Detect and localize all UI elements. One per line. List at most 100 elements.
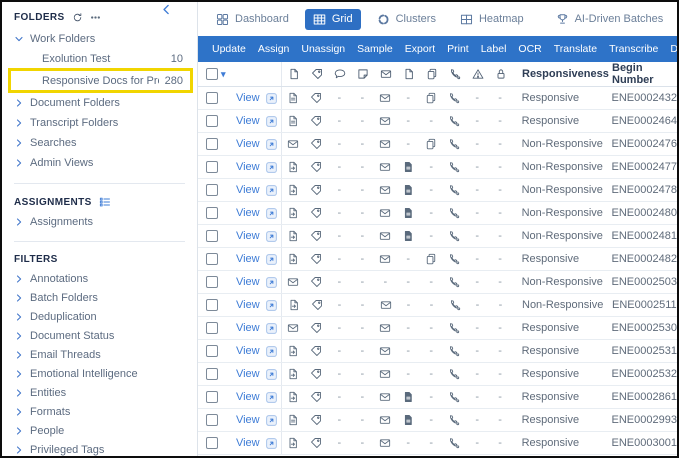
- row-checkbox[interactable]: [206, 299, 218, 311]
- open-external-icon[interactable]: [265, 138, 278, 151]
- chevron-right-icon[interactable]: [14, 388, 24, 398]
- tab-ai-driven-batches[interactable]: AI-Driven Batches: [548, 9, 672, 30]
- chevron-right-icon[interactable]: [14, 138, 24, 148]
- chevron-right-icon[interactable]: [14, 369, 24, 379]
- view-link[interactable]: View: [236, 368, 260, 380]
- view-link[interactable]: View: [236, 92, 260, 104]
- open-external-icon[interactable]: [265, 322, 278, 335]
- sidebar-filter-item[interactable]: Document Status: [2, 326, 197, 345]
- chevron-right-icon[interactable]: [14, 350, 24, 360]
- open-external-icon[interactable]: [265, 414, 278, 427]
- row-checkbox[interactable]: [206, 276, 218, 288]
- row-checkbox[interactable]: [206, 391, 218, 403]
- select-dropdown-caret[interactable]: ▾: [221, 69, 226, 80]
- tab-grid[interactable]: Grid: [304, 8, 361, 30]
- delete-action-button[interactable]: Delete: [670, 43, 677, 55]
- sidebar-folder-item[interactable]: Exolution Test 10: [2, 49, 197, 68]
- view-link[interactable]: View: [236, 345, 260, 357]
- open-external-icon[interactable]: [265, 299, 278, 312]
- sidebar-filter-item[interactable]: Privileged Tags: [2, 440, 197, 456]
- view-link[interactable]: View: [236, 138, 260, 150]
- row-checkbox[interactable]: [206, 184, 218, 196]
- sidebar-folder-group[interactable]: Document Folders: [2, 93, 197, 113]
- open-external-icon[interactable]: [265, 437, 278, 450]
- sidebar-filter-item[interactable]: Entities: [2, 383, 197, 402]
- transcribe-action-button[interactable]: Transcribe: [609, 43, 658, 55]
- view-link[interactable]: View: [236, 230, 260, 242]
- chevron-down-icon[interactable]: [14, 34, 24, 44]
- open-external-icon[interactable]: [265, 161, 278, 174]
- row-checkbox[interactable]: [206, 437, 218, 449]
- view-link[interactable]: View: [236, 184, 260, 196]
- chevron-right-icon[interactable]: [14, 217, 24, 227]
- assign-action-button[interactable]: Assign: [258, 43, 290, 55]
- view-link[interactable]: View: [236, 437, 260, 449]
- chevron-right-icon[interactable]: [14, 158, 24, 168]
- chevron-right-icon[interactable]: [14, 426, 24, 436]
- row-checkbox[interactable]: [206, 207, 218, 219]
- view-link[interactable]: View: [236, 414, 260, 426]
- chevron-right-icon[interactable]: [14, 331, 24, 341]
- sidebar-filter-item[interactable]: Email Threads: [2, 345, 197, 364]
- ellipsis-menu-icon[interactable]: [90, 12, 101, 23]
- open-external-icon[interactable]: [265, 184, 278, 197]
- row-checkbox[interactable]: [206, 368, 218, 380]
- chevron-right-icon[interactable]: [14, 98, 24, 108]
- chevron-right-icon[interactable]: [14, 445, 24, 455]
- view-link[interactable]: View: [236, 299, 260, 311]
- tab-heatmap[interactable]: Heatmap: [452, 9, 532, 30]
- row-checkbox[interactable]: [206, 138, 218, 150]
- update-action-button[interactable]: Update: [212, 43, 246, 55]
- chevron-right-icon[interactable]: [14, 293, 24, 303]
- row-checkbox[interactable]: [206, 345, 218, 357]
- tab-clusters[interactable]: Clusters: [369, 9, 444, 30]
- open-external-icon[interactable]: [265, 345, 278, 358]
- chevron-right-icon[interactable]: [14, 312, 24, 322]
- chevron-left-icon[interactable]: [160, 3, 173, 16]
- sidebar-filter-item[interactable]: Formats: [2, 402, 197, 421]
- view-link[interactable]: View: [236, 276, 260, 288]
- refresh-icon[interactable]: [72, 12, 83, 23]
- row-checkbox[interactable]: [206, 92, 218, 104]
- row-checkbox[interactable]: [206, 414, 218, 426]
- export-action-button[interactable]: Export: [405, 43, 435, 55]
- view-link[interactable]: View: [236, 322, 260, 334]
- translate-action-button[interactable]: Translate: [554, 43, 597, 55]
- sidebar-folder-group[interactable]: Searches: [2, 133, 197, 153]
- tab-dashboard[interactable]: Dashboard: [208, 9, 297, 30]
- open-external-icon[interactable]: [265, 207, 278, 220]
- label-action-button[interactable]: Label: [481, 43, 507, 55]
- sidebar-item-assignments[interactable]: Assignments: [2, 212, 197, 231]
- assignments-list-icon[interactable]: [99, 196, 111, 208]
- sidebar-filter-item[interactable]: People: [2, 421, 197, 440]
- row-checkbox[interactable]: [206, 115, 218, 127]
- sidebar-folder-group[interactable]: Admin Views: [2, 153, 197, 173]
- sidebar-filter-item[interactable]: Deduplication: [2, 307, 197, 326]
- view-link[interactable]: View: [236, 391, 260, 403]
- open-external-icon[interactable]: [265, 115, 278, 128]
- sidebar-folder-item[interactable]: Responsive Docs for Produc... 280: [8, 68, 193, 93]
- open-external-icon[interactable]: [265, 253, 278, 266]
- open-external-icon[interactable]: [265, 391, 278, 404]
- sidebar-filter-item[interactable]: Batch Folders: [2, 288, 197, 307]
- sample-action-button[interactable]: Sample: [357, 43, 393, 55]
- open-external-icon[interactable]: [265, 230, 278, 243]
- view-link[interactable]: View: [236, 253, 260, 265]
- sidebar-collapse-button[interactable]: [160, 3, 173, 16]
- view-link[interactable]: View: [236, 161, 260, 173]
- chevron-right-icon[interactable]: [14, 118, 24, 128]
- open-external-icon[interactable]: [265, 368, 278, 381]
- chevron-right-icon[interactable]: [14, 274, 24, 284]
- select-all-checkbox[interactable]: [206, 68, 218, 80]
- print-action-button[interactable]: Print: [447, 43, 469, 55]
- row-checkbox[interactable]: [206, 161, 218, 173]
- open-external-icon[interactable]: [265, 276, 278, 289]
- row-checkbox[interactable]: [206, 230, 218, 242]
- ocr-action-button[interactable]: OCR: [518, 43, 541, 55]
- sidebar-folder-group[interactable]: Transcript Folders: [2, 113, 197, 133]
- sidebar-filter-item[interactable]: Annotations: [2, 269, 197, 288]
- view-link[interactable]: View: [236, 115, 260, 127]
- sidebar-filter-item[interactable]: Emotional Intelligence: [2, 364, 197, 383]
- unassign-action-button[interactable]: Unassign: [301, 43, 345, 55]
- sidebar-folder-group[interactable]: Work Folders: [2, 29, 197, 49]
